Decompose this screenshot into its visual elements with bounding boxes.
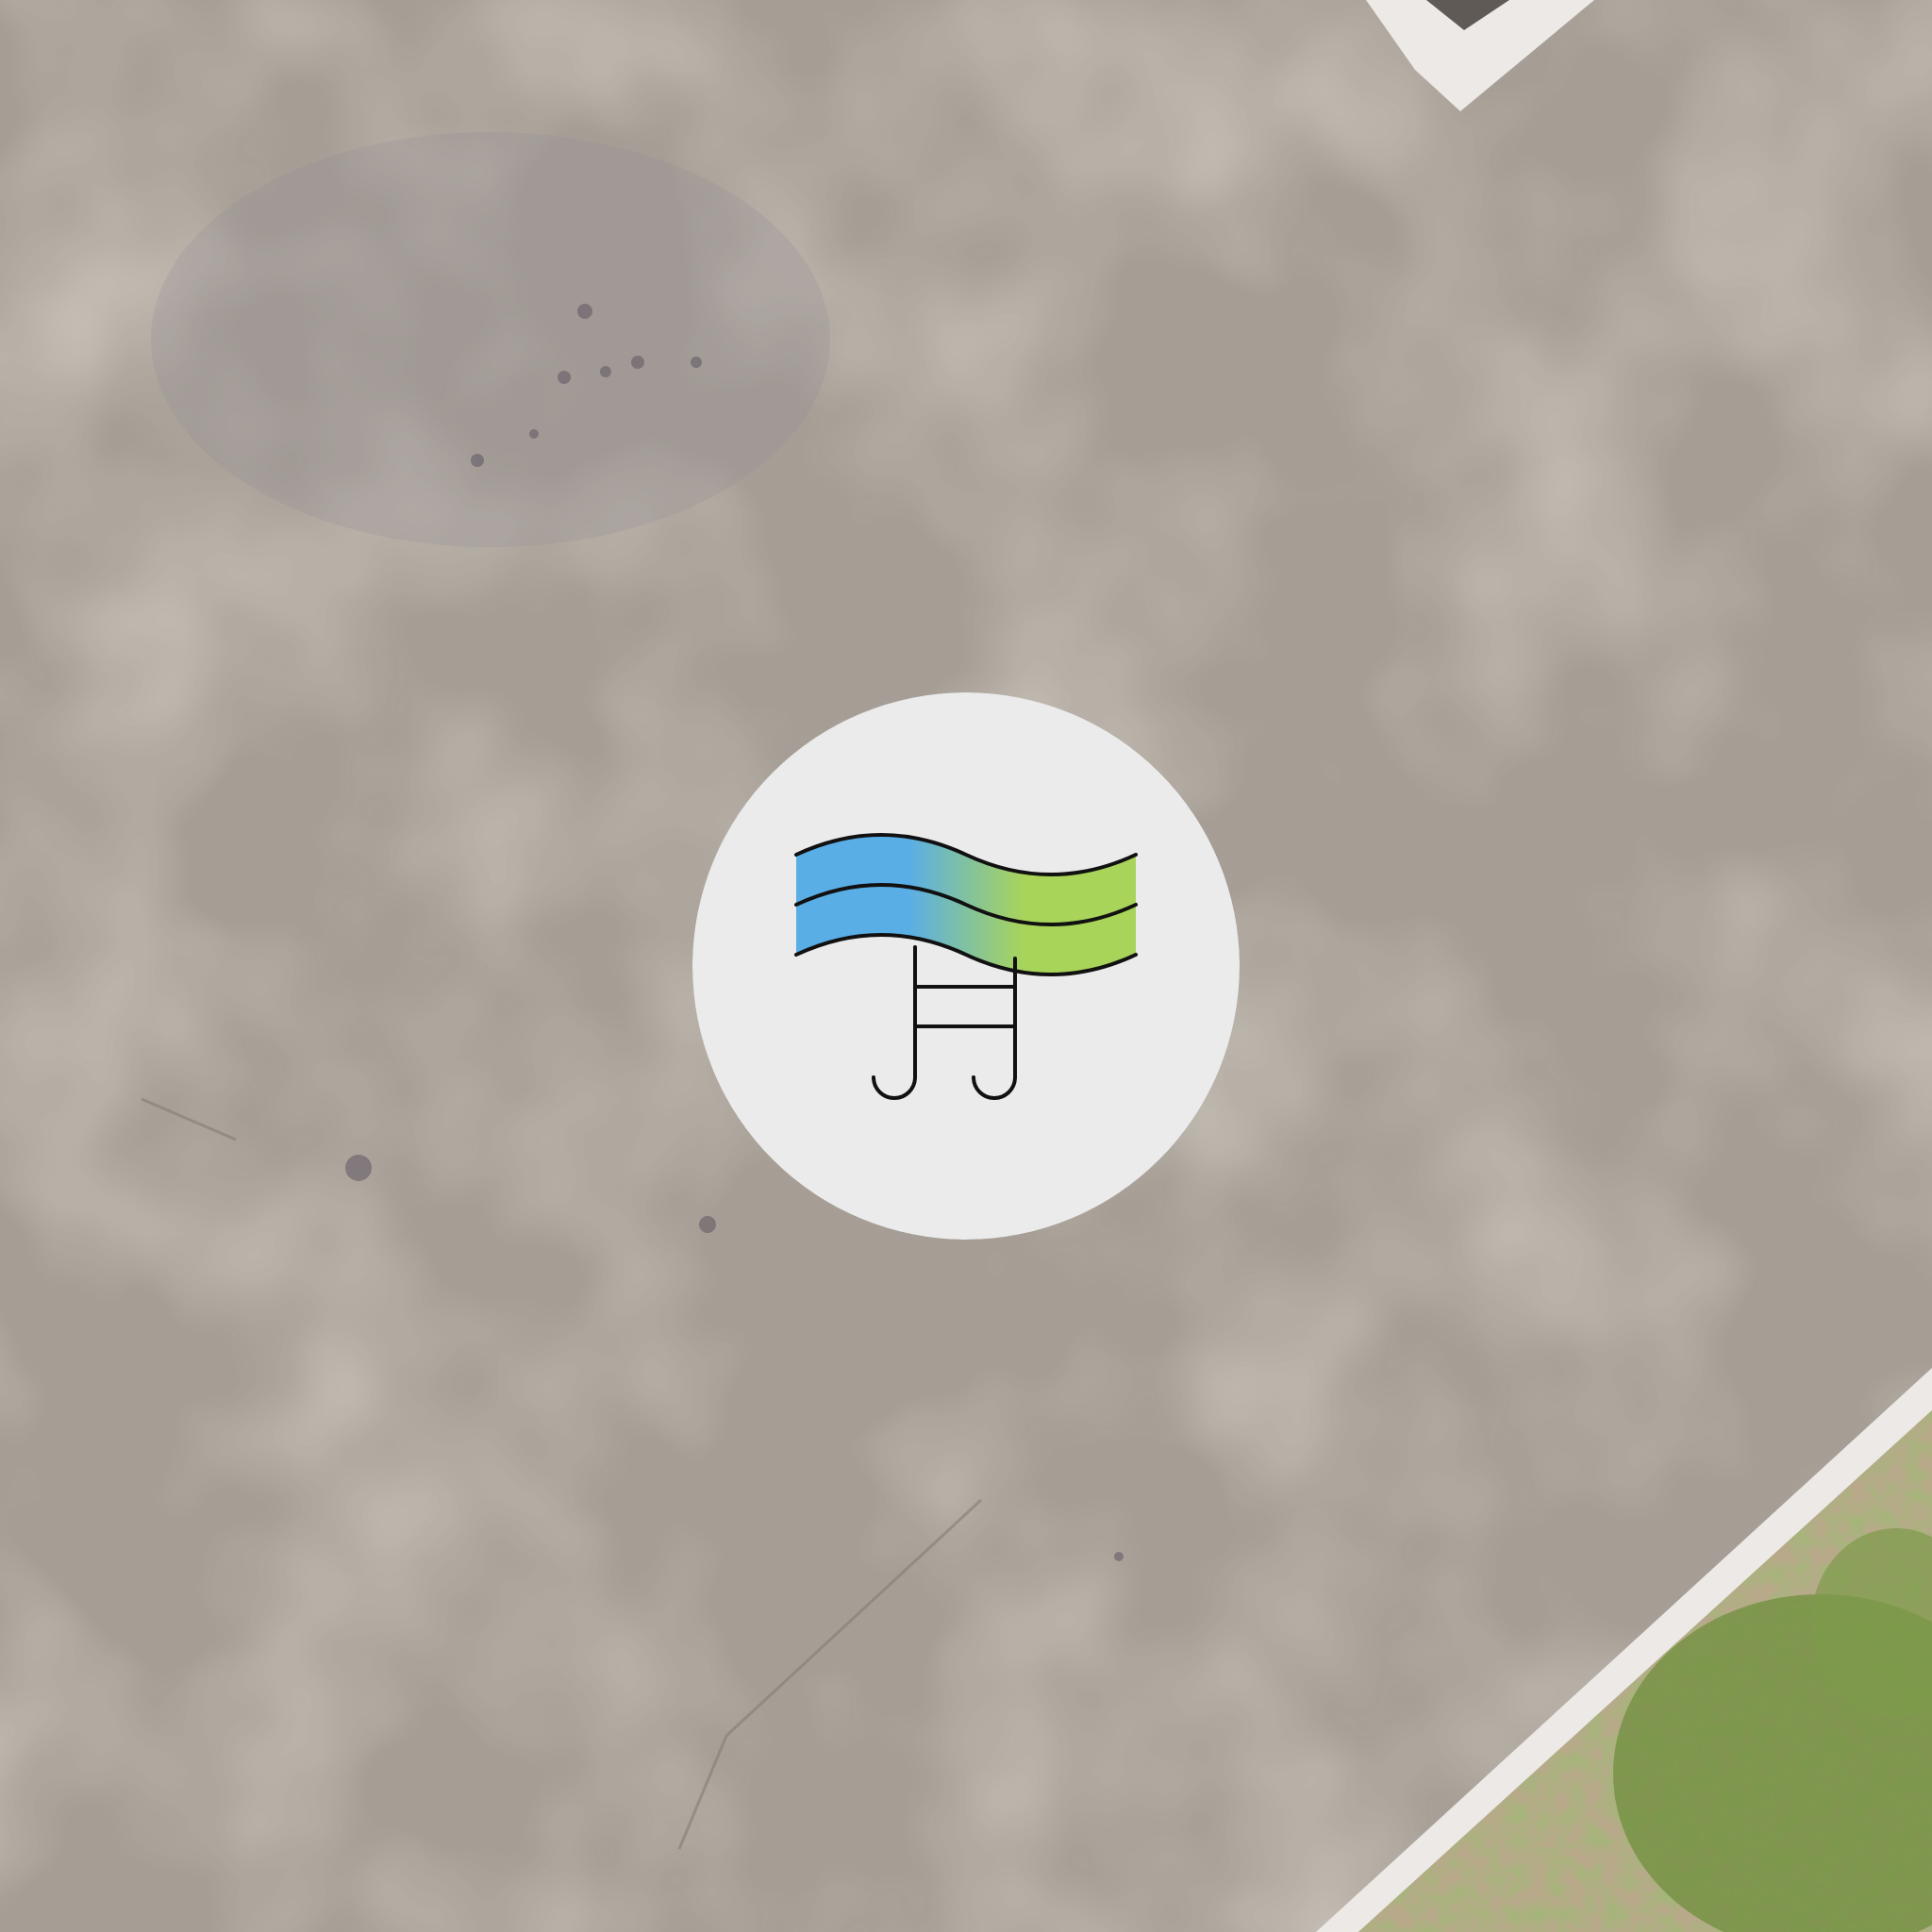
swimming-pool-emblem xyxy=(692,692,1240,1240)
swimming-pool-icon xyxy=(692,692,1240,1240)
aerial-photo-scene xyxy=(0,0,1932,1932)
